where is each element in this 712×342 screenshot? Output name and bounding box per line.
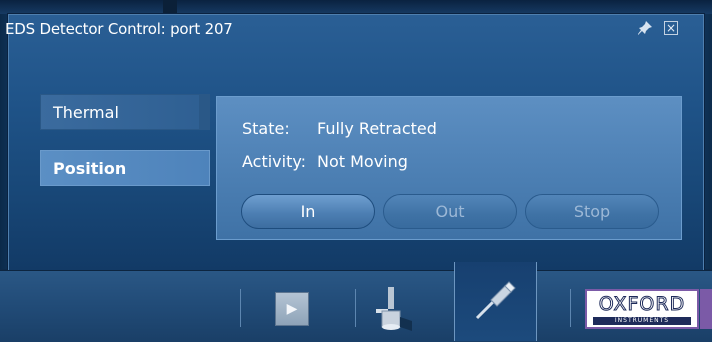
tab-thermal-edge	[199, 95, 209, 129]
stop-button[interactable]: Stop	[525, 194, 659, 229]
in-button[interactable]: In	[241, 194, 375, 229]
toolbar-divider	[355, 289, 356, 327]
logo-sub-text: INSTRUMENTS	[593, 317, 691, 325]
panel-title: EDS Detector Control: port 207	[5, 20, 233, 38]
pin-icon[interactable]	[636, 19, 654, 37]
pin-icon-glyph	[638, 21, 652, 35]
background-left-strip	[0, 14, 8, 269]
toolbar-divider	[240, 289, 241, 327]
play-button[interactable]: ▶	[275, 292, 309, 326]
activity-label: Activity:	[242, 152, 307, 171]
detector-tool-tab[interactable]	[454, 262, 537, 341]
logo-main-text: OXFORD	[598, 293, 686, 316]
tab-position-label: Position	[53, 159, 127, 178]
stage-tool-button[interactable]	[368, 285, 418, 335]
close-icon: ×	[665, 21, 677, 35]
tab-thermal-label: Thermal	[53, 103, 119, 122]
close-button[interactable]: ×	[664, 21, 678, 35]
detector-probe-icon	[475, 281, 516, 320]
state-label: State:	[242, 119, 290, 138]
stage-tool-icon	[376, 287, 412, 331]
toolbar-divider	[570, 289, 571, 327]
position-content-box: State: Fully Retracted Activity: Not Mov…	[216, 96, 682, 240]
tab-thermal[interactable]: Thermal	[40, 94, 210, 130]
state-value: Fully Retracted	[317, 119, 437, 138]
background-top-bar	[0, 0, 712, 14]
oxford-instruments-logo: OXFORD INSTRUMENTS	[585, 289, 699, 329]
tab-position[interactable]: Position	[40, 150, 210, 186]
play-icon: ▶	[286, 301, 298, 317]
out-button[interactable]: Out	[383, 194, 517, 229]
activity-value: Not Moving	[317, 152, 408, 171]
logo-accent-strip	[700, 289, 712, 329]
